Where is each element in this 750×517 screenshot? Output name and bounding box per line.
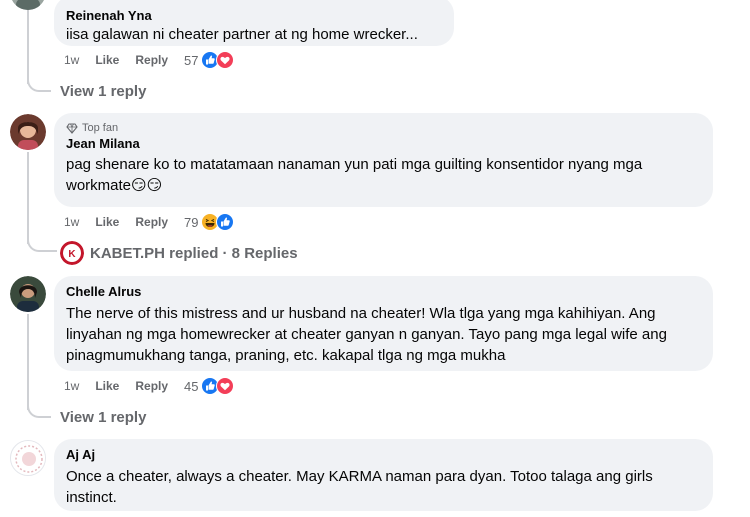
comment-actions: 1w Like Reply 57 <box>64 51 234 69</box>
kabet-ph-logo: K <box>60 241 84 265</box>
svg-text:K: K <box>68 249 76 260</box>
like-button[interactable]: Like <box>95 53 119 67</box>
reaction-icons[interactable] <box>200 213 234 231</box>
comment-actions: 1w Like Reply 45 <box>64 377 234 395</box>
reaction-icons[interactable] <box>200 51 234 69</box>
reaction-count[interactable]: 57 <box>184 53 198 68</box>
reply-button[interactable]: Reply <box>135 53 168 67</box>
top-fan-badge: Top fan <box>66 121 701 135</box>
comment-author[interactable]: Reinenah Yna <box>66 8 442 24</box>
reaction-icons[interactable] <box>200 377 234 395</box>
like-button[interactable]: Like <box>95 215 119 229</box>
avatar[interactable] <box>10 276 46 312</box>
reply-button[interactable]: Reply <box>135 215 168 229</box>
comment-timestamp[interactable]: 1w <box>64 215 79 229</box>
thread-line <box>27 152 29 244</box>
avatar[interactable] <box>10 440 46 476</box>
comment-text: iisa galawan ni cheater partner at ng ho… <box>66 26 418 43</box>
comment-actions: 1w Like Reply 79 <box>64 213 234 231</box>
view-replies-link[interactable]: View 1 reply <box>60 83 146 100</box>
comment-timestamp[interactable]: 1w <box>64 379 79 393</box>
page-replied-link[interactable]: K KABET.PH replied · 8 Replies <box>60 241 298 265</box>
top-fan-icon <box>66 123 78 134</box>
love-icon <box>215 377 234 395</box>
comment-bubble: Aj Aj Once a cheater, always a cheater. … <box>54 439 713 511</box>
comment-bubble: Chelle Alrus The nerve of this mistress … <box>54 276 713 371</box>
comment-author[interactable]: Aj Aj <box>66 447 701 463</box>
reply-button[interactable]: Reply <box>135 379 168 393</box>
comment-bubble: Top fan Jean Milana pag shenare ko to ma… <box>54 113 713 207</box>
comment-author[interactable]: Chelle Alrus <box>66 284 701 300</box>
thread-connector <box>27 396 51 418</box>
comment-text: pag shenare ko to matatamaan nanaman yun… <box>66 156 643 194</box>
thread-connector <box>27 70 51 92</box>
reaction-count[interactable]: 45 <box>184 379 198 394</box>
reaction-count[interactable]: 79 <box>184 215 198 230</box>
view-replies-link[interactable]: View 1 reply <box>60 409 146 426</box>
avatar[interactable] <box>10 114 46 150</box>
page-replied-label: KABET.PH replied · 8 Replies <box>90 244 298 262</box>
comment-timestamp[interactable]: 1w <box>64 53 79 67</box>
like-button[interactable]: Like <box>95 379 119 393</box>
comment-bubble: Reinenah Yna iisa galawan ni cheater par… <box>54 0 454 46</box>
like-icon <box>215 213 234 231</box>
thread-connector <box>27 232 57 252</box>
comment-text: The nerve of this mistress and ur husban… <box>66 305 667 364</box>
comment-text: Once a cheater, always a cheater. May KA… <box>66 468 653 506</box>
love-icon <box>215 51 234 69</box>
top-fan-label: Top fan <box>82 122 119 134</box>
avatar[interactable] <box>10 0 46 10</box>
comment-author[interactable]: Jean Milana <box>66 136 701 152</box>
